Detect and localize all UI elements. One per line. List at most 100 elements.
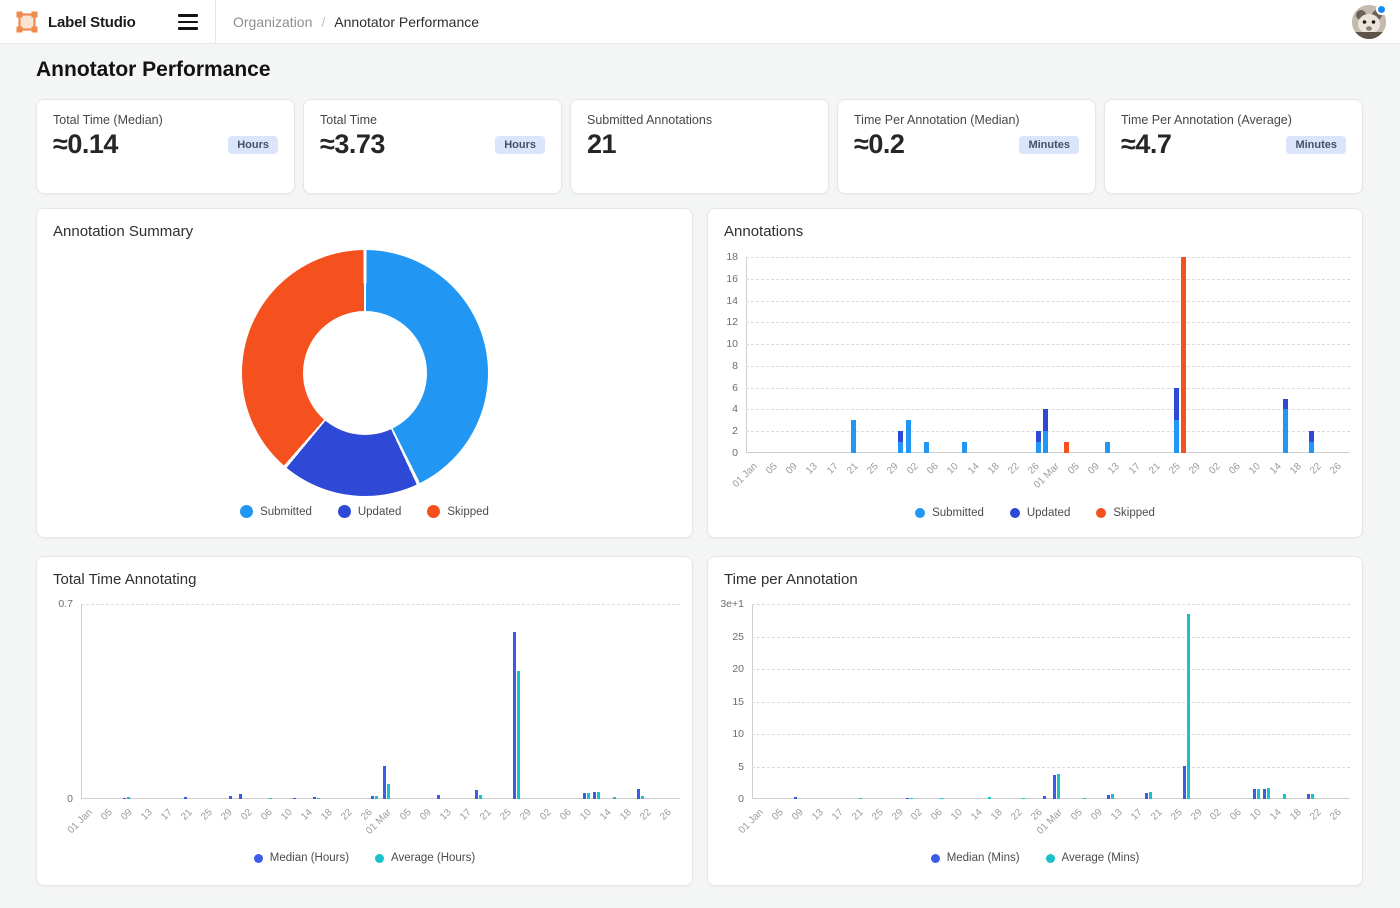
y-gridline xyxy=(746,388,1350,389)
stat-value-row: ≈3.73Hours xyxy=(320,129,545,160)
legend-item[interactable]: Updated xyxy=(338,505,401,518)
median-bar xyxy=(123,798,126,800)
y-gridline xyxy=(746,322,1350,323)
median-bar xyxy=(1145,793,1148,800)
legend-item[interactable]: Skipped xyxy=(427,505,489,518)
submitted-bar xyxy=(1036,442,1041,453)
y-tick-label: 5 xyxy=(708,761,744,773)
stat-unit-badge: Minutes xyxy=(1286,136,1346,154)
submitted-bar xyxy=(898,442,903,453)
average-bar xyxy=(317,798,320,800)
y-tick-label: 10 xyxy=(708,728,744,740)
average-bar xyxy=(1057,774,1060,799)
skipped-bar xyxy=(1064,442,1069,453)
average-bar xyxy=(587,793,590,799)
submitted-bar xyxy=(1309,442,1314,453)
y-tick-label: 0 xyxy=(708,447,738,459)
y-tick-label: 15 xyxy=(708,696,744,708)
submitted-legend-dot xyxy=(915,508,925,518)
y-tick-label: 14 xyxy=(708,295,738,307)
legend-label: Skipped xyxy=(447,506,489,518)
stat-card: Total Time (Median)≈0.14Hours xyxy=(36,99,295,194)
legend-label: Updated xyxy=(358,506,401,518)
average-bar xyxy=(1267,788,1270,799)
y-gridline xyxy=(746,279,1350,280)
stat-unit-badge: Minutes xyxy=(1019,136,1079,154)
legend-label: Median (Mins) xyxy=(947,852,1020,864)
legend-item[interactable]: Median (Hours) xyxy=(254,852,349,864)
average-bar xyxy=(641,796,644,799)
chart-legend: Median (Hours) Average (Hours) xyxy=(37,852,692,864)
average-bar xyxy=(1283,794,1286,799)
stat-card-label: Submitted Annotations xyxy=(587,113,812,127)
legend-item[interactable]: Skipped xyxy=(1096,507,1155,519)
donut-hole xyxy=(303,311,427,435)
average-bar xyxy=(988,797,991,799)
annotation-summary-card: Annotation Summary SubmittedUpdatedSkipp… xyxy=(36,208,693,538)
legend-label: Median (Hours) xyxy=(270,852,349,864)
legend-item[interactable]: Average (Mins) xyxy=(1046,852,1140,864)
stat-card: Time Per Annotation (Median) ≈0.2Minutes xyxy=(837,99,1096,194)
y-gridline xyxy=(752,734,1350,735)
y-tick-label: 10 xyxy=(708,338,738,350)
stat-card: Time Per Annotation (Average) ≈4.7 Minutes xyxy=(1104,99,1363,194)
legend-item[interactable]: Average (Hours) xyxy=(375,852,475,864)
stat-card: Total Time≈3.73Hours xyxy=(303,99,562,194)
legend-item[interactable]: Updated xyxy=(1010,507,1070,519)
average-bar xyxy=(1022,798,1025,800)
average-bar xyxy=(375,796,378,799)
y-gridline xyxy=(746,366,1350,367)
y-tick-label: 16 xyxy=(708,273,738,285)
stat-value-row: ≈0.2Minutes xyxy=(854,129,1079,160)
breadcrumb: Organization / Annotator Performance xyxy=(233,0,479,44)
median-bar xyxy=(1043,796,1046,799)
median-bar xyxy=(293,798,296,800)
label-studio-logo-icon xyxy=(16,11,38,33)
notification-dot xyxy=(1376,4,1387,15)
legend-label: Submitted xyxy=(260,506,312,518)
updated-bar xyxy=(1043,409,1048,431)
breadcrumb-current: Annotator Performance xyxy=(334,14,479,30)
skipped-legend-dot xyxy=(1096,508,1106,518)
stat-card-label: Time Per Annotation (Average) xyxy=(1121,113,1346,127)
breadcrumb-organization[interactable]: Organization xyxy=(233,14,312,30)
median-bar xyxy=(383,766,386,799)
y-gridline xyxy=(81,604,680,605)
header-divider xyxy=(215,0,216,44)
y-gridline xyxy=(752,604,1350,605)
y-tick-label: 12 xyxy=(708,316,738,328)
average-bar xyxy=(1111,794,1114,799)
legend-item[interactable]: Median (Mins) xyxy=(931,852,1020,864)
legend-item[interactable]: Submitted xyxy=(240,505,312,518)
average-legend-dot xyxy=(1046,854,1055,863)
legend-label: Average (Mins) xyxy=(1062,852,1140,864)
skipped-bar xyxy=(1181,257,1186,453)
legend-label: Updated xyxy=(1027,507,1070,519)
median-bar xyxy=(184,797,187,799)
submitted-bar xyxy=(906,420,911,453)
median-bar xyxy=(637,789,640,799)
submitted-legend-dot xyxy=(240,505,253,518)
y-tick-label: 0.7 xyxy=(37,598,73,610)
plot-area xyxy=(81,604,680,799)
y-gridline xyxy=(746,301,1350,302)
y-tick-label: 18 xyxy=(708,251,738,263)
updated-bar xyxy=(898,431,903,442)
stat-card-value: ≈4.7 xyxy=(1121,129,1171,160)
stat-card-label: Time Per Annotation (Median) xyxy=(854,113,1079,127)
legend-label: Submitted xyxy=(932,507,984,519)
stat-card: Submitted Annotations21 xyxy=(570,99,829,194)
y-tick-label: 4 xyxy=(708,403,738,415)
skipped-legend-dot xyxy=(427,505,440,518)
stat-unit-badge: Hours xyxy=(228,136,278,154)
median-bar xyxy=(906,798,909,800)
time-per-annotation-card: Time per Annotation 3e+1252015105001 Jan… xyxy=(707,556,1363,886)
median-bar xyxy=(513,632,516,799)
updated-bar xyxy=(1036,431,1041,442)
user-avatar[interactable] xyxy=(1352,5,1386,39)
y-tick-label: 2 xyxy=(708,425,738,437)
legend-item[interactable]: Submitted xyxy=(915,507,984,519)
updated-legend-dot xyxy=(338,505,351,518)
menu-button[interactable] xyxy=(178,10,204,34)
annotation-summary-donut-chart: Submitted Updated Skipped xyxy=(37,209,692,537)
